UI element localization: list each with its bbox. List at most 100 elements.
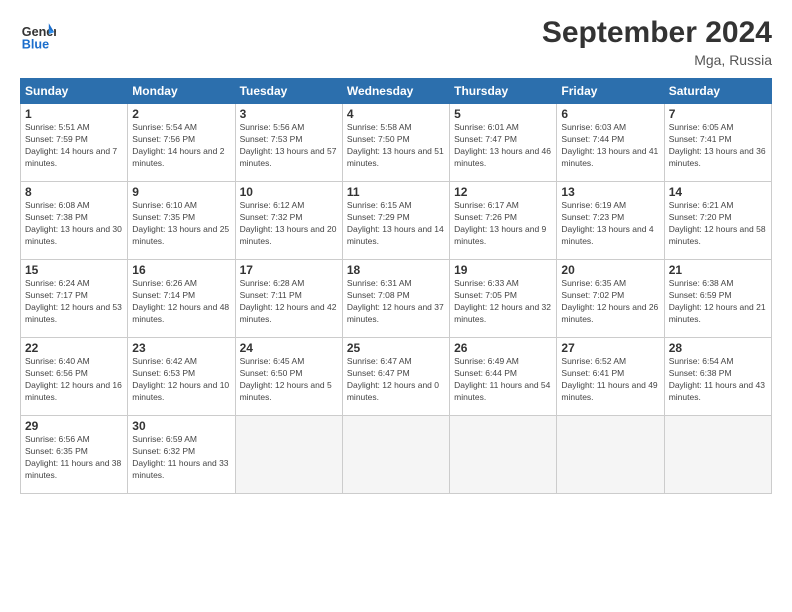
day-info: Sunrise: 6:40 AM Sunset: 6:56 PM Dayligh… (25, 356, 123, 404)
calendar-cell: 11 Sunrise: 6:15 AM Sunset: 7:29 PM Dayl… (342, 182, 449, 260)
day-info: Sunrise: 6:01 AM Sunset: 7:47 PM Dayligh… (454, 122, 552, 170)
calendar-cell: 30 Sunrise: 6:59 AM Sunset: 6:32 PM Dayl… (128, 416, 235, 494)
day-info: Sunrise: 6:24 AM Sunset: 7:17 PM Dayligh… (25, 278, 123, 326)
day-number: 6 (561, 107, 659, 121)
calendar-row-3: 22 Sunrise: 6:40 AM Sunset: 6:56 PM Dayl… (21, 338, 772, 416)
calendar-table: Sunday Monday Tuesday Wednesday Thursday… (20, 78, 772, 494)
day-info: Sunrise: 6:15 AM Sunset: 7:29 PM Dayligh… (347, 200, 445, 248)
calendar-cell: 29 Sunrise: 6:56 AM Sunset: 6:35 PM Dayl… (21, 416, 128, 494)
calendar-cell: 27 Sunrise: 6:52 AM Sunset: 6:41 PM Dayl… (557, 338, 664, 416)
day-info: Sunrise: 5:54 AM Sunset: 7:56 PM Dayligh… (132, 122, 230, 170)
col-thursday: Thursday (450, 79, 557, 104)
day-info: Sunrise: 5:51 AM Sunset: 7:59 PM Dayligh… (25, 122, 123, 170)
calendar-cell: 24 Sunrise: 6:45 AM Sunset: 6:50 PM Dayl… (235, 338, 342, 416)
calendar-cell: 9 Sunrise: 6:10 AM Sunset: 7:35 PM Dayli… (128, 182, 235, 260)
day-info: Sunrise: 5:56 AM Sunset: 7:53 PM Dayligh… (240, 122, 338, 170)
day-number: 12 (454, 185, 552, 199)
calendar-cell: 6 Sunrise: 6:03 AM Sunset: 7:44 PM Dayli… (557, 104, 664, 182)
calendar-cell: 1 Sunrise: 5:51 AM Sunset: 7:59 PM Dayli… (21, 104, 128, 182)
day-number: 26 (454, 341, 552, 355)
day-info: Sunrise: 6:38 AM Sunset: 6:59 PM Dayligh… (669, 278, 767, 326)
day-info: Sunrise: 6:08 AM Sunset: 7:38 PM Dayligh… (25, 200, 123, 248)
day-info: Sunrise: 6:54 AM Sunset: 6:38 PM Dayligh… (669, 356, 767, 404)
month-title: September 2024 (542, 16, 772, 50)
day-info: Sunrise: 6:05 AM Sunset: 7:41 PM Dayligh… (669, 122, 767, 170)
calendar-header-row: Sunday Monday Tuesday Wednesday Thursday… (21, 79, 772, 104)
calendar-cell (342, 416, 449, 494)
day-number: 7 (669, 107, 767, 121)
calendar-cell: 5 Sunrise: 6:01 AM Sunset: 7:47 PM Dayli… (450, 104, 557, 182)
day-info: Sunrise: 6:56 AM Sunset: 6:35 PM Dayligh… (25, 434, 123, 482)
day-number: 18 (347, 263, 445, 277)
day-info: Sunrise: 6:03 AM Sunset: 7:44 PM Dayligh… (561, 122, 659, 170)
col-tuesday: Tuesday (235, 79, 342, 104)
col-monday: Monday (128, 79, 235, 104)
calendar-cell: 22 Sunrise: 6:40 AM Sunset: 6:56 PM Dayl… (21, 338, 128, 416)
day-number: 19 (454, 263, 552, 277)
col-saturday: Saturday (664, 79, 771, 104)
calendar-cell (664, 416, 771, 494)
day-number: 23 (132, 341, 230, 355)
day-number: 21 (669, 263, 767, 277)
calendar-cell (557, 416, 664, 494)
calendar-cell: 21 Sunrise: 6:38 AM Sunset: 6:59 PM Dayl… (664, 260, 771, 338)
day-info: Sunrise: 6:28 AM Sunset: 7:11 PM Dayligh… (240, 278, 338, 326)
day-info: Sunrise: 6:47 AM Sunset: 6:47 PM Dayligh… (347, 356, 445, 404)
day-info: Sunrise: 6:21 AM Sunset: 7:20 PM Dayligh… (669, 200, 767, 248)
col-friday: Friday (557, 79, 664, 104)
day-info: Sunrise: 6:59 AM Sunset: 6:32 PM Dayligh… (132, 434, 230, 482)
day-info: Sunrise: 6:17 AM Sunset: 7:26 PM Dayligh… (454, 200, 552, 248)
day-number: 24 (240, 341, 338, 355)
svg-text:Blue: Blue (22, 37, 49, 51)
day-number: 16 (132, 263, 230, 277)
day-number: 5 (454, 107, 552, 121)
calendar-row-4: 29 Sunrise: 6:56 AM Sunset: 6:35 PM Dayl… (21, 416, 772, 494)
day-number: 4 (347, 107, 445, 121)
calendar-cell: 2 Sunrise: 5:54 AM Sunset: 7:56 PM Dayli… (128, 104, 235, 182)
title-block: September 2024 Mga, Russia (542, 16, 772, 68)
header: General Blue September 2024 Mga, Russia (20, 16, 772, 68)
calendar-cell: 14 Sunrise: 6:21 AM Sunset: 7:20 PM Dayl… (664, 182, 771, 260)
calendar-cell: 12 Sunrise: 6:17 AM Sunset: 7:26 PM Dayl… (450, 182, 557, 260)
day-number: 2 (132, 107, 230, 121)
calendar-cell: 20 Sunrise: 6:35 AM Sunset: 7:02 PM Dayl… (557, 260, 664, 338)
day-info: Sunrise: 6:52 AM Sunset: 6:41 PM Dayligh… (561, 356, 659, 404)
day-number: 1 (25, 107, 123, 121)
day-number: 25 (347, 341, 445, 355)
day-info: Sunrise: 5:58 AM Sunset: 7:50 PM Dayligh… (347, 122, 445, 170)
calendar-row-2: 15 Sunrise: 6:24 AM Sunset: 7:17 PM Dayl… (21, 260, 772, 338)
day-info: Sunrise: 6:31 AM Sunset: 7:08 PM Dayligh… (347, 278, 445, 326)
day-info: Sunrise: 6:33 AM Sunset: 7:05 PM Dayligh… (454, 278, 552, 326)
day-info: Sunrise: 6:12 AM Sunset: 7:32 PM Dayligh… (240, 200, 338, 248)
day-info: Sunrise: 6:10 AM Sunset: 7:35 PM Dayligh… (132, 200, 230, 248)
day-info: Sunrise: 6:49 AM Sunset: 6:44 PM Dayligh… (454, 356, 552, 404)
day-number: 29 (25, 419, 123, 433)
day-number: 14 (669, 185, 767, 199)
location: Mga, Russia (542, 52, 772, 68)
day-number: 11 (347, 185, 445, 199)
day-info: Sunrise: 6:45 AM Sunset: 6:50 PM Dayligh… (240, 356, 338, 404)
calendar-cell: 15 Sunrise: 6:24 AM Sunset: 7:17 PM Dayl… (21, 260, 128, 338)
day-info: Sunrise: 6:35 AM Sunset: 7:02 PM Dayligh… (561, 278, 659, 326)
calendar-cell: 7 Sunrise: 6:05 AM Sunset: 7:41 PM Dayli… (664, 104, 771, 182)
calendar-cell: 3 Sunrise: 5:56 AM Sunset: 7:53 PM Dayli… (235, 104, 342, 182)
calendar-cell: 28 Sunrise: 6:54 AM Sunset: 6:38 PM Dayl… (664, 338, 771, 416)
calendar-cell: 4 Sunrise: 5:58 AM Sunset: 7:50 PM Dayli… (342, 104, 449, 182)
day-number: 8 (25, 185, 123, 199)
day-number: 13 (561, 185, 659, 199)
calendar-cell: 8 Sunrise: 6:08 AM Sunset: 7:38 PM Dayli… (21, 182, 128, 260)
day-number: 27 (561, 341, 659, 355)
day-number: 30 (132, 419, 230, 433)
day-info: Sunrise: 6:19 AM Sunset: 7:23 PM Dayligh… (561, 200, 659, 248)
logo: General Blue (20, 16, 56, 52)
calendar-cell: 17 Sunrise: 6:28 AM Sunset: 7:11 PM Dayl… (235, 260, 342, 338)
col-wednesday: Wednesday (342, 79, 449, 104)
logo-icon: General Blue (20, 16, 56, 52)
calendar-cell: 23 Sunrise: 6:42 AM Sunset: 6:53 PM Dayl… (128, 338, 235, 416)
calendar-cell: 10 Sunrise: 6:12 AM Sunset: 7:32 PM Dayl… (235, 182, 342, 260)
day-number: 20 (561, 263, 659, 277)
page: General Blue September 2024 Mga, Russia … (0, 0, 792, 612)
calendar-cell: 16 Sunrise: 6:26 AM Sunset: 7:14 PM Dayl… (128, 260, 235, 338)
calendar-cell: 25 Sunrise: 6:47 AM Sunset: 6:47 PM Dayl… (342, 338, 449, 416)
calendar-row-0: 1 Sunrise: 5:51 AM Sunset: 7:59 PM Dayli… (21, 104, 772, 182)
